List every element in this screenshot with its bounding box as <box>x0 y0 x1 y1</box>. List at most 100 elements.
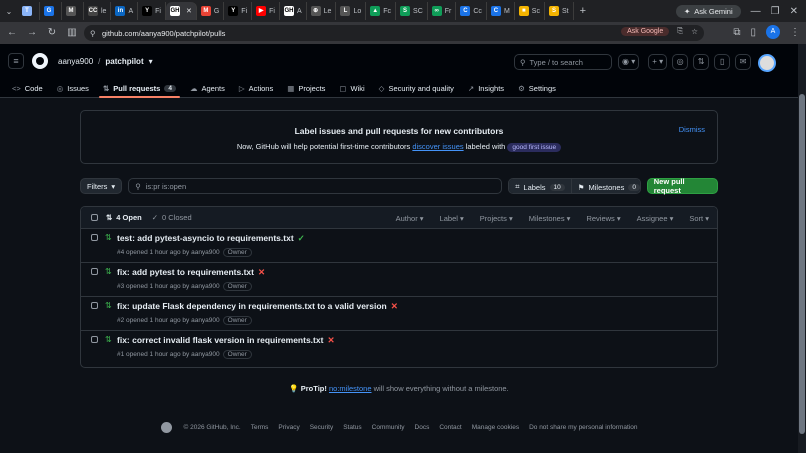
browser-tab[interactable]: G <box>40 2 62 20</box>
tab-actions[interactable]: ▷ Actions <box>239 78 273 98</box>
discover-issues-link[interactable]: discover issues <box>412 142 463 151</box>
copilot-icon[interactable]: ◉ ▾ <box>618 54 640 70</box>
user-avatar[interactable] <box>758 54 777 72</box>
tab-security-and-quality[interactable]: ◇ Security and quality <box>379 78 454 98</box>
tab-insights[interactable]: ↗ Insights <box>468 78 504 98</box>
pr-title-link[interactable]: fix: add pytest to requirements.txt ✕ <box>117 267 265 278</box>
browser-tab[interactable]: ■ Sc <box>515 2 545 20</box>
breadcrumb-repo[interactable]: patchpilot <box>105 57 143 66</box>
browser-tab[interactable]: T <box>18 2 40 20</box>
github-logo[interactable] <box>32 53 48 69</box>
tab-projects[interactable]: ▦ Projects <box>287 78 325 98</box>
extensions-icon[interactable]: ⧉ <box>733 27 740 38</box>
browser-tab[interactable]: S St <box>545 2 574 20</box>
facet-milestones-dropdown[interactable]: Milestones ▾ <box>529 214 571 223</box>
site-info-icon[interactable]: ⚲ <box>90 29 96 38</box>
no-milestone-link[interactable]: no:milestone <box>329 384 372 393</box>
pr-title-link[interactable]: fix: correct invalid flask version in re… <box>117 335 335 346</box>
browser-tab[interactable]: CM <box>487 2 515 20</box>
dismiss-button[interactable]: Dismiss <box>679 125 705 134</box>
footer-link[interactable]: Status <box>343 424 361 431</box>
browser-tab[interactable]: C Cc <box>456 2 487 20</box>
hamburger-menu-icon[interactable]: ≡ <box>8 53 24 69</box>
profile-avatar[interactable]: A <box>766 25 780 39</box>
check-failed-icon[interactable]: ✕ <box>258 267 265 277</box>
create-new-icon[interactable]: + ▾ <box>648 54 668 70</box>
footer-link[interactable]: Privacy <box>278 424 299 431</box>
install-app-icon[interactable]: ⎘ <box>677 26 683 36</box>
row-checkbox[interactable] <box>91 268 98 275</box>
tab-close-icon[interactable]: ✕ <box>186 7 192 15</box>
footer-link[interactable]: Community <box>372 424 405 431</box>
browser-tab[interactable]: MG <box>197 2 225 20</box>
browser-tab[interactable]: ▲ Fc <box>366 2 397 20</box>
check-passed-icon[interactable]: ✓ <box>298 233 305 243</box>
row-checkbox[interactable] <box>91 302 98 309</box>
repo-switch-chevron-icon[interactable]: ▾ <box>149 57 153 66</box>
menu-icon[interactable]: ⋮ <box>790 27 800 38</box>
tab-code[interactable]: <> Code <box>12 78 43 98</box>
browser-tab[interactable]: M <box>62 2 84 20</box>
pr-search-input[interactable]: ⚲ is:pr is:open <box>128 178 503 194</box>
tab-issues[interactable]: ◎ Issues <box>57 78 89 98</box>
ask-google-button[interactable]: Ask Google <box>621 26 670 36</box>
split-view-icon[interactable]: ▥ <box>64 25 80 41</box>
facet-sort-dropdown[interactable]: Sort ▾ <box>689 214 709 223</box>
browser-tab[interactable]: ∞ Fr <box>428 2 457 20</box>
facet-author-dropdown[interactable]: Author ▾ <box>396 214 424 223</box>
row-checkbox[interactable] <box>91 336 98 343</box>
facet-projects-dropdown[interactable]: Projects ▾ <box>480 214 513 223</box>
new-pull-request-button[interactable]: New pull request <box>646 177 718 195</box>
github-footer-logo[interactable] <box>160 422 172 433</box>
new-tab-button[interactable]: + <box>580 5 586 17</box>
footer-link[interactable]: Terms <box>251 424 269 431</box>
repositories-icon[interactable]: ▯ <box>714 54 731 70</box>
restore-button[interactable]: ❐ <box>771 6 780 17</box>
milestones-button[interactable]: ⚑ Milestones 0 <box>571 179 640 193</box>
minimize-button[interactable]: — <box>751 6 761 17</box>
tab-agents[interactable]: ☁ Agents <box>190 78 225 98</box>
open-filter-tab[interactable]: ⇅ 4 Open <box>106 213 142 222</box>
reload-button[interactable]: ↻ <box>44 25 60 41</box>
scroll-thumb[interactable] <box>799 94 805 434</box>
footer-link[interactable]: Docs <box>415 424 430 431</box>
page-scrollbar[interactable] <box>798 44 806 453</box>
facet-reviews-dropdown[interactable]: Reviews ▾ <box>586 214 620 223</box>
footer-link[interactable]: Contact <box>439 424 461 431</box>
browser-tab[interactable]: GH A <box>280 2 307 20</box>
browser-tab[interactable]: Y Fi <box>138 2 166 20</box>
tab-settings[interactable]: ⚙ Settings <box>518 78 556 98</box>
facet-label-dropdown[interactable]: Label ▾ <box>440 214 464 223</box>
browser-tab[interactable]: CC le <box>84 2 112 20</box>
global-search-input[interactable]: ⚲ Type / to search <box>514 54 612 70</box>
browser-tab[interactable]: in A <box>111 2 139 20</box>
filters-button[interactable]: Filters ▾ <box>80 178 123 194</box>
closed-filter-tab[interactable]: ✓ 0 Closed <box>152 213 192 222</box>
pr-title-link[interactable]: test: add pytest-asyncio to requirements… <box>117 233 305 244</box>
labels-button[interactable]: ⌗ Labels 10 <box>509 179 572 193</box>
browser-tab[interactable]: GH ✕ <box>165 2 197 20</box>
row-checkbox[interactable] <box>91 234 98 241</box>
browser-tab[interactable]: L Lo <box>336 2 367 20</box>
bookmark-star-icon[interactable]: ☆ <box>691 27 698 36</box>
browser-tab[interactable]: Y Fi <box>224 2 253 20</box>
ask-gemini-button[interactable]: ✦ Ask Gemini <box>676 4 741 18</box>
tab-wiki[interactable]: ▢ Wiki <box>339 78 364 98</box>
pr-title-link[interactable]: fix: update Flask dependency in requirem… <box>117 301 398 312</box>
issues-icon[interactable]: ◎ <box>672 54 689 70</box>
back-button[interactable]: ← <box>4 25 20 41</box>
browser-tab[interactable]: S SC <box>396 2 428 20</box>
browser-tab[interactable]: ⊕ Le <box>307 2 337 20</box>
close-window-button[interactable]: ✕ <box>790 6 798 17</box>
facet-assignee-dropdown[interactable]: Assignee ▾ <box>637 214 674 223</box>
check-failed-icon[interactable]: ✕ <box>391 301 398 311</box>
address-bar[interactable]: ⚲ github.com/aanya900/patchpilot/pulls A… <box>84 25 704 41</box>
breadcrumb-owner[interactable]: aanya900 <box>58 57 93 66</box>
inbox-icon[interactable]: ✉ <box>735 54 752 70</box>
footer-link[interactable]: Manage cookies <box>472 424 519 431</box>
tab-pull-requests[interactable]: ⇅ Pull requests 4 <box>98 78 181 98</box>
footer-link[interactable]: Security <box>310 424 333 431</box>
check-failed-icon[interactable]: ✕ <box>327 335 334 345</box>
tab-search-button[interactable]: ⌄ <box>0 7 18 16</box>
forward-button[interactable]: → <box>24 25 40 41</box>
